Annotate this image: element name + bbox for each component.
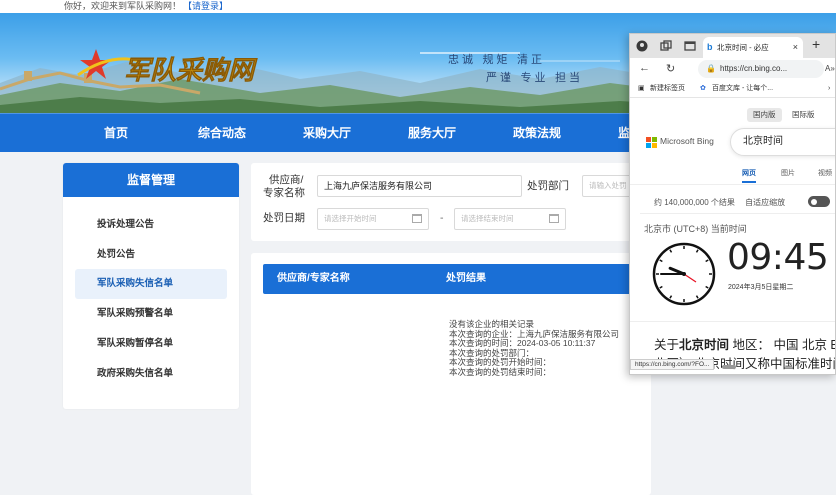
new-tab-page-icon: ▣ bbox=[638, 85, 645, 92]
dept-label: 处罚部门 bbox=[527, 180, 569, 192]
no-record-message: 没有该企业的相关记录 本次查询的企业：上海九庐保洁服务有限公司 本次查询的时间：… bbox=[449, 319, 619, 378]
login-link[interactable]: 【请登录】 bbox=[183, 1, 228, 11]
supplier-label-line2: 专家名称 bbox=[263, 187, 305, 199]
status-url: https://cn.bing.com/?FO... bbox=[630, 359, 715, 370]
nav-news[interactable]: 综合动态 bbox=[198, 114, 246, 153]
end-date-input[interactable]: 请选择结束时间 bbox=[454, 208, 566, 230]
bing-search-box[interactable]: 北京时间 bbox=[730, 128, 835, 156]
vertical-tab-videos[interactable]: 视频 bbox=[818, 168, 832, 178]
address-text: https://cn.bing.co... bbox=[720, 64, 788, 73]
col-supplier-name: 供应商/专家名称 bbox=[277, 273, 350, 284]
bing-favicon-icon: b bbox=[707, 42, 713, 52]
bing-brand: Microsoft Bing bbox=[660, 136, 714, 146]
city-timezone: 北京市 (UTC+8) 当前时间 bbox=[644, 224, 747, 234]
results-panel: 供应商/专家名称 处罚结果 没有该企业的相关记录 本次查询的企业：上海九庐保洁服… bbox=[251, 253, 651, 495]
current-date: 2024年3月5日星期二 bbox=[728, 284, 794, 291]
tab-title: 北京时间 - 必应 bbox=[717, 43, 769, 52]
analog-clock-icon bbox=[652, 242, 716, 306]
sidebar-item-government-dishonest-list[interactable]: 政府采购失信名单 bbox=[75, 359, 227, 389]
address-bar[interactable]: 🔒 https://cn.bing.co... bbox=[698, 60, 824, 78]
start-date-placeholder: 请选择开始时间 bbox=[324, 214, 377, 223]
start-date-input[interactable]: 请选择开始时间 bbox=[317, 208, 429, 230]
nav-home[interactable]: 首页 bbox=[104, 114, 128, 153]
nav-procurement-hall[interactable]: 采购大厅 bbox=[303, 114, 351, 153]
edge-browser-window: b 北京时间 - 必应 × + ← ↻ 🔒 https://cn.bing.co… bbox=[629, 33, 836, 375]
nav-service-hall[interactable]: 服务大厅 bbox=[408, 114, 456, 153]
calendar-icon bbox=[412, 214, 422, 223]
sidebar-item-complaints[interactable]: 投诉处理公告 bbox=[75, 210, 227, 240]
logo-text: 军队采购网 bbox=[124, 56, 258, 86]
safe-search-label: 自适应缩放 bbox=[745, 198, 786, 207]
horizontal-scrollbar[interactable] bbox=[722, 365, 736, 369]
vertical-tab-web[interactable]: 网页 bbox=[742, 168, 756, 183]
vertical-tab-images[interactable]: 图片 bbox=[781, 168, 795, 178]
sidebar: 监督管理 投诉处理公告 处罚公告 军队采购失信名单 军队采购预警名单 军队采购暂… bbox=[63, 163, 239, 409]
sidebar-item-military-suspension-list[interactable]: 军队采购暂停名单 bbox=[75, 329, 227, 359]
desc-keyword: 北京时间 bbox=[679, 338, 730, 352]
workspaces-icon[interactable] bbox=[660, 40, 672, 52]
supplier-label-line1: 供应商/ bbox=[269, 174, 304, 186]
sidebar-title: 监督管理 bbox=[63, 163, 239, 197]
lock-icon: 🔒 bbox=[706, 64, 716, 73]
baidu-icon: ✿ bbox=[700, 85, 706, 92]
tab-beijing-time[interactable]: b 北京时间 - 必应 × bbox=[703, 37, 803, 58]
slogan-line-1: 忠诚 规矩 清正 bbox=[448, 53, 545, 66]
result-count: 约 140,000,000 个结果 自适应缩放 bbox=[654, 197, 785, 208]
col-penalty-result: 处罚结果 bbox=[446, 273, 486, 284]
digital-time: 09:45 bbox=[727, 237, 829, 278]
sidebar-item-penalties[interactable]: 处罚公告 bbox=[75, 240, 227, 270]
calendar-icon bbox=[549, 214, 559, 223]
supplier-name-input[interactable]: 上海九庐保洁服务有限公司 bbox=[317, 175, 522, 197]
date-range-separator: - bbox=[440, 212, 444, 224]
welcome-bar: 你好，欢迎来到军队采购网！ 【请登录】 bbox=[0, 0, 836, 13]
favorites-bar: ▣ 新建标签页 ✿ 百度文库 - 让每个... › bbox=[630, 80, 835, 98]
fav-new-tab-page[interactable]: 新建标签页 bbox=[650, 80, 685, 98]
back-icon[interactable]: ← bbox=[639, 62, 650, 74]
region-international[interactable]: 国际版 bbox=[786, 108, 821, 122]
close-tab-icon[interactable]: × bbox=[793, 37, 798, 58]
slogan-line-2: 严谨 专业 担当 bbox=[486, 71, 583, 84]
tab-strip: b 北京时间 - 必应 × + bbox=[630, 34, 835, 58]
divider bbox=[630, 184, 835, 185]
results-header: 供应商/专家名称 处罚结果 bbox=[263, 264, 651, 294]
tab-actions-icon[interactable] bbox=[684, 40, 696, 52]
safe-search-toggle[interactable] bbox=[808, 196, 830, 207]
message-line: 本次查询的处罚结束时间： bbox=[449, 366, 552, 377]
welcome-text: 你好，欢迎来到军队采购网！ bbox=[64, 1, 182, 11]
desc-suffix: 地区： 中国 北京 B bbox=[729, 338, 836, 352]
address-toolbar: ← ↻ 🔒 https://cn.bing.co... A» bbox=[630, 58, 835, 80]
read-aloud-icon[interactable]: A» bbox=[825, 64, 835, 73]
new-tab-button[interactable]: + bbox=[812, 36, 820, 52]
date-label: 处罚日期 bbox=[263, 212, 305, 224]
sidebar-item-military-dishonest-list[interactable]: 军队采购失信名单 bbox=[75, 269, 227, 299]
sidebar-item-military-warning-list[interactable]: 军队采购预警名单 bbox=[75, 299, 227, 329]
end-date-placeholder: 请选择结束时间 bbox=[461, 214, 514, 223]
nav-policy[interactable]: 政策法规 bbox=[513, 114, 561, 153]
description-line-1: 关于北京时间 地区： 中国 北京 B bbox=[654, 337, 836, 354]
result-count-text: 约 140,000,000 个结果 bbox=[654, 198, 735, 207]
bing-page: 国内版 国际版 Microsoft Bing 北京时间 网页 图片 视频 约 1… bbox=[630, 99, 836, 374]
profile-icon[interactable] bbox=[636, 40, 648, 52]
region-domestic[interactable]: 国内版 bbox=[747, 108, 782, 122]
desc-prefix: 关于 bbox=[654, 338, 680, 352]
search-panel: 供应商/ 专家名称 上海九庐保洁服务有限公司 处罚部门 请输入处罚 处罚日期 请… bbox=[251, 163, 662, 241]
fav-baidu-wenku[interactable]: 百度文库 - 让每个... bbox=[712, 80, 773, 98]
refresh-icon[interactable]: ↻ bbox=[666, 62, 675, 75]
chevron-right-icon[interactable]: › bbox=[828, 80, 830, 98]
